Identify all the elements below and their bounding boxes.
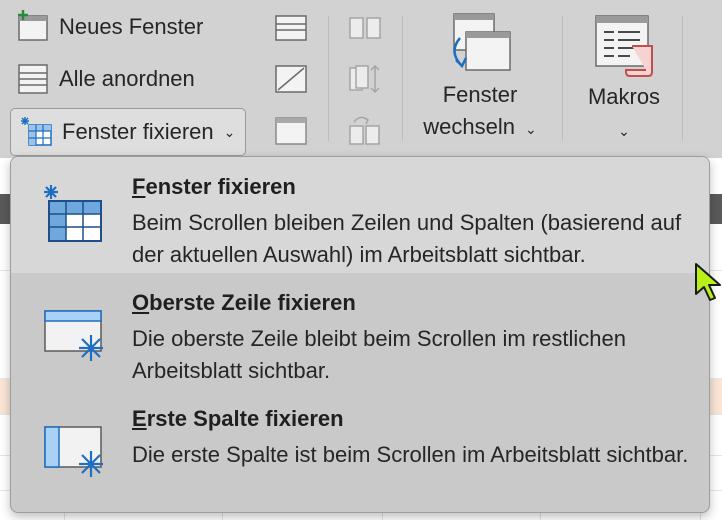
chevron-down-icon: ⌄	[223, 123, 236, 140]
hide-button[interactable]	[274, 64, 308, 94]
reset-window-position-button	[348, 114, 382, 148]
ribbon-separator	[682, 16, 683, 141]
menu-item-freeze-first-column[interactable]: Erste Spalte fixieren Die erste Spalte i…	[11, 389, 709, 505]
split-icon	[275, 15, 307, 41]
view-side-by-side-button	[348, 14, 382, 42]
macros-caret-wrap: ⌄	[572, 113, 676, 147]
ribbon-separator	[402, 16, 403, 141]
split-button[interactable]	[274, 14, 308, 42]
menu-item-description: Beim Scrollen bleiben Zeilen und Spalten…	[132, 210, 682, 267]
menu-item-title-rest: berste Zeile fixieren	[149, 290, 356, 315]
menu-item-title: Erste Spalte fixieren	[132, 406, 344, 432]
arrange-all-button[interactable]: Alle anordnen	[16, 62, 195, 96]
hide-icon	[275, 65, 307, 93]
freeze-first-column-icon	[44, 426, 103, 477]
menu-item-title: Fenster fixieren	[132, 174, 296, 200]
unhide-icon	[275, 117, 307, 145]
freeze-panes-label: Fenster fixieren	[62, 119, 214, 144]
menu-item-title: Oberste Zeile fixieren	[132, 290, 356, 316]
macros-icon	[595, 15, 653, 77]
freeze-top-row-icon	[44, 310, 103, 361]
switch-windows-icon	[453, 13, 511, 71]
switch-windows-label-line1: Fenster	[442, 82, 518, 107]
view-side-by-side-icon	[349, 17, 381, 39]
switch-windows-button[interactable]: Fenster wechseln ⌄	[410, 8, 550, 148]
ribbon-separator	[562, 16, 563, 141]
chevron-down-icon: ⌄	[618, 123, 630, 139]
freeze-panes-icon	[44, 185, 102, 242]
freeze-panes-dropdown-menu: Fenster fixieren Beim Scrollen bleiben Z…	[10, 156, 710, 513]
menu-item-title-rest: rste Spalte fixieren	[146, 406, 344, 431]
arrange-all-label: Alle anordnen	[59, 66, 195, 91]
mouse-cursor-icon	[695, 263, 721, 301]
menu-item-freeze-top-row[interactable]: Oberste Zeile fixieren Die oberste Zeile…	[11, 273, 709, 389]
menu-item-description: Die oberste Zeile bleibt beim Scrollen i…	[132, 326, 626, 383]
synchronous-scrolling-icon	[349, 64, 380, 94]
chevron-down-icon: ⌄	[524, 121, 537, 137]
new-window-icon	[16, 10, 50, 44]
freeze-panes-icon	[19, 115, 53, 149]
menu-item-description: Die erste Spalte ist beim Scrollen im Ar…	[132, 442, 689, 467]
new-window-button[interactable]: Neues Fenster	[16, 10, 203, 44]
switch-windows-label-line2: wechseln	[423, 114, 515, 139]
arrange-all-icon	[16, 62, 50, 96]
ribbon-separator	[328, 16, 329, 141]
synchronous-scrolling-button	[348, 62, 382, 96]
reset-window-position-icon	[349, 116, 380, 145]
view-ribbon-window-group: Neues Fenster Alle anordnen Fenster fixi…	[0, 0, 722, 158]
unhide-button[interactable]	[274, 116, 308, 146]
menu-item-title-accesskey: O	[132, 290, 150, 315]
menu-item-freeze-panes[interactable]: Fenster fixieren Beim Scrollen bleiben Z…	[11, 157, 709, 273]
new-window-label: Neues Fenster	[59, 14, 204, 39]
macros-label: Makros	[587, 84, 661, 109]
menu-item-title-rest: enster fixieren	[145, 174, 296, 199]
macros-button[interactable]: Makros ⌄	[572, 8, 676, 148]
freeze-panes-button[interactable]: Fenster fixieren ⌄	[10, 108, 247, 156]
menu-item-title-accesskey: F	[132, 174, 146, 199]
menu-item-title-accesskey: E	[132, 406, 147, 431]
switch-windows-label-line2-wrap: wechseln ⌄	[410, 111, 550, 145]
